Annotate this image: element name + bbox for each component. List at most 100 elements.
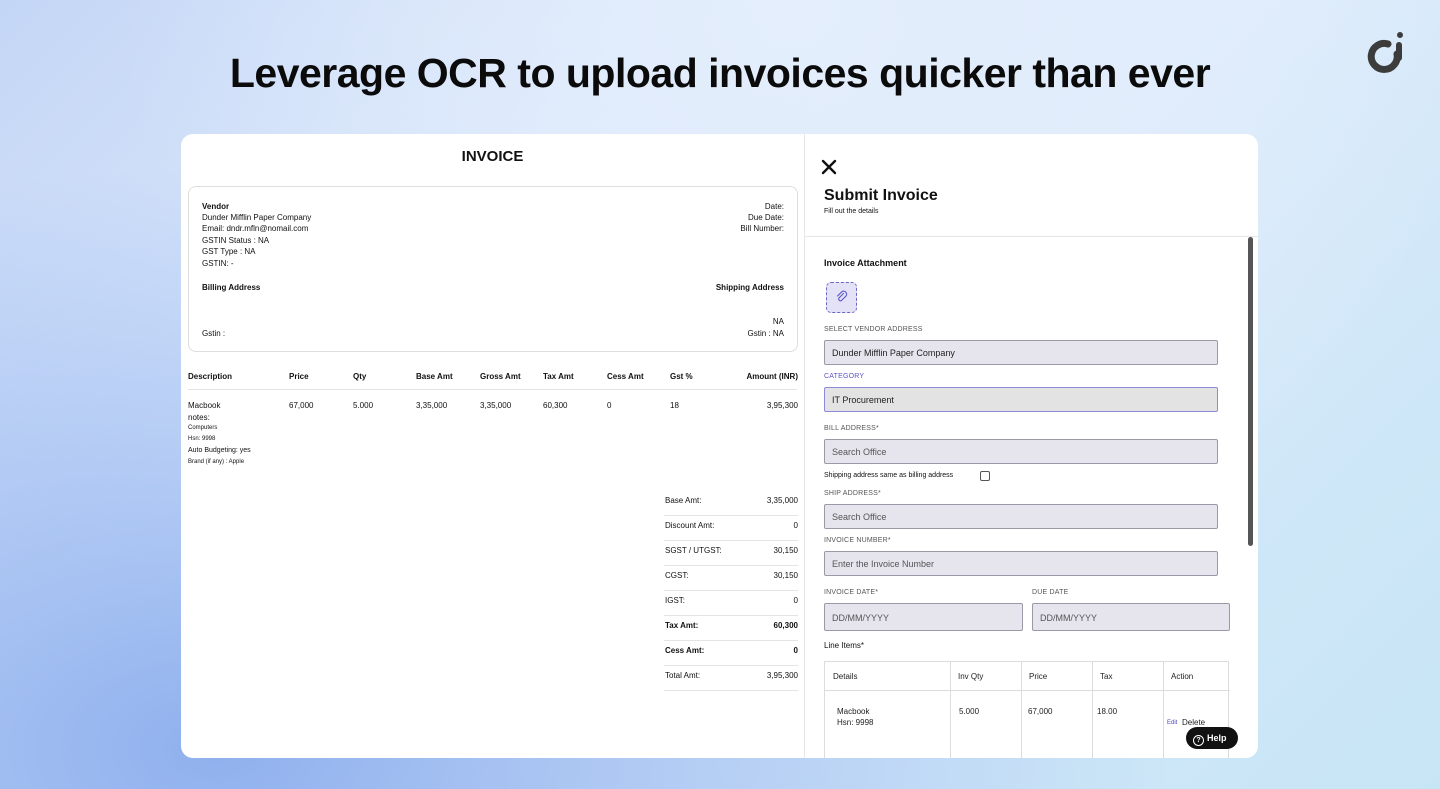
invoice-preview: INVOICE Vendor Dunder Mifflin Paper Comp… xyxy=(181,134,804,758)
line-column-header: Action xyxy=(1171,672,1194,681)
column-header: Description xyxy=(188,372,233,381)
item-category: Computers xyxy=(188,425,218,431)
line-item-name: Macbook xyxy=(837,707,870,716)
summary-value: 60,300 xyxy=(773,621,798,630)
column-header: Amount (INR) xyxy=(746,372,798,381)
vendor-email: Email: dndr.mfln@nomail.com xyxy=(202,224,309,233)
summary-value: 0 xyxy=(793,596,798,605)
category-label: CATEGORY xyxy=(824,373,865,380)
line-column-header: Price xyxy=(1029,672,1048,681)
column-header: Cess Amt xyxy=(607,372,644,381)
vendor-address-label: SELECT VENDOR ADDRESS xyxy=(824,326,923,333)
item-name: Macbook xyxy=(188,401,221,410)
item-hsn: Hsn: 9998 xyxy=(188,436,216,442)
line-item-delete-link[interactable]: Delete xyxy=(1182,718,1205,727)
column-header: Gross Amt xyxy=(480,372,521,381)
drawer-scrollbar[interactable] xyxy=(1248,237,1253,546)
summary-value: 3,35,000 xyxy=(766,496,798,505)
line-item-hsn: Hsn: 9998 xyxy=(837,718,874,727)
summary-label: CGST: xyxy=(665,571,689,580)
item-amount: 3,95,300 xyxy=(766,401,798,410)
line-items-header xyxy=(825,662,1230,691)
summary-label: Total Amt: xyxy=(665,671,701,680)
line-item-tax: 18.00 xyxy=(1097,707,1118,716)
item-base-amt: 3,35,000 xyxy=(416,401,448,410)
invoice-date-field-label: INVOICE DATE* xyxy=(824,589,879,596)
line-column-header: Inv Qty xyxy=(958,672,984,681)
line-item-price: 67,000 xyxy=(1028,707,1053,716)
help-button[interactable]: ? Help xyxy=(1186,727,1238,749)
ship-address-label: SHIP ADDRESS* xyxy=(824,490,881,497)
submit-invoice-drawer: Submit Invoice Fill out the details Invo… xyxy=(804,134,1258,758)
vendor-gst-type: GST Type : NA xyxy=(202,247,256,256)
summary-row: Total Amt: 3,95,300 xyxy=(664,665,798,691)
summary-value: 0 xyxy=(793,521,798,530)
vendor-heading: Vendor xyxy=(202,202,230,211)
bill-address-input[interactable]: Search Office xyxy=(824,439,1218,464)
summary-value: 30,150 xyxy=(773,546,798,555)
due-date-input[interactable]: DD/MM/YYYY xyxy=(1032,603,1230,631)
summary-label: Tax Amt: xyxy=(665,621,699,630)
same-as-billing-checkbox[interactable] xyxy=(980,471,990,481)
column-divider xyxy=(950,662,951,758)
vendor-address-select[interactable]: Dunder Mifflin Paper Company xyxy=(824,340,1218,365)
invoice-date-label: Date: xyxy=(764,202,784,211)
invoice-date-input[interactable]: DD/MM/YYYY xyxy=(824,603,1023,631)
line-item-edit-link[interactable]: Edit xyxy=(1167,720,1177,726)
line-items-table: Details Inv Qty Price Tax Action Macbook… xyxy=(824,661,1230,758)
line-column-header: Tax xyxy=(1100,672,1113,681)
summary-row: Tax Amt: 60,300 xyxy=(664,615,798,641)
close-icon[interactable] xyxy=(820,158,838,176)
column-header: Qty xyxy=(353,372,367,381)
summary-row: Cess Amt: 0 xyxy=(664,640,798,666)
shipping-gstin: Gstin : NA xyxy=(747,329,784,338)
item-cess-amt: 0 xyxy=(607,401,612,410)
ship-address-input[interactable]: Search Office xyxy=(824,504,1218,529)
invoice-bill-number-label: Bill Number: xyxy=(740,224,784,233)
drawer-title: Submit Invoice xyxy=(824,187,938,204)
attachment-upload-button[interactable] xyxy=(826,282,857,313)
shipping-address-heading: Shipping Address xyxy=(715,283,784,292)
column-divider xyxy=(1021,662,1022,758)
bill-address-label: BILL ADDRESS* xyxy=(824,425,879,432)
summary-label: SGST / UTGST: xyxy=(665,546,722,555)
summary-value: 0 xyxy=(793,646,798,655)
summary-label: Discount Amt: xyxy=(665,521,715,530)
summary-value: 30,150 xyxy=(773,571,798,580)
line-item-qty: 5.000 xyxy=(959,707,980,716)
invoice-title: INVOICE xyxy=(461,148,524,165)
invoice-number-input[interactable]: Enter the Invoice Number xyxy=(824,551,1218,576)
invoice-number-label: INVOICE NUMBER* xyxy=(824,537,891,544)
summary-row: Discount Amt: 0 xyxy=(664,515,798,541)
column-header: Base Amt xyxy=(416,372,453,381)
item-tax-amt: 60,300 xyxy=(543,401,568,410)
summary-row: Base Amt: 3,35,000 xyxy=(664,490,798,516)
summary-label: Base Amt: xyxy=(665,496,702,505)
due-date-field-label: DUE DATE xyxy=(1032,589,1069,596)
item-brand: Brand (if any) : Apple xyxy=(188,459,245,465)
category-select[interactable]: IT Procurement xyxy=(824,387,1218,412)
column-header: Gst % xyxy=(670,372,693,381)
paperclip-icon xyxy=(836,290,848,302)
summary-row: CGST: 30,150 xyxy=(664,565,798,591)
column-header: Tax Amt xyxy=(543,372,574,381)
item-auto-budget: Auto Budgeting: yes xyxy=(188,447,251,454)
billing-gstin: Gstin : xyxy=(202,329,226,338)
page-headline: Leverage OCR to upload invoices quicker … xyxy=(229,50,1211,96)
item-notes: notes: xyxy=(188,413,210,422)
shipping-na: NA xyxy=(772,317,784,326)
column-header: Price xyxy=(289,372,309,381)
summary-row: IGST: 0 xyxy=(664,590,798,616)
table-divider xyxy=(188,389,797,390)
line-column-header: Details xyxy=(833,672,858,681)
column-divider xyxy=(1163,662,1164,758)
item-qty: 5.000 xyxy=(353,401,374,410)
summary-row: SGST / UTGST: 30,150 xyxy=(664,540,798,566)
vendor-gstin-status: GSTIN Status : NA xyxy=(202,236,270,245)
attachment-title: Invoice Attachment xyxy=(824,258,907,268)
drawer-subtitle: Fill out the details xyxy=(824,208,879,215)
column-divider xyxy=(1092,662,1093,758)
drawer-divider xyxy=(805,236,1258,237)
summary-label: IGST: xyxy=(665,596,686,605)
billing-address-heading: Billing Address xyxy=(202,283,261,292)
